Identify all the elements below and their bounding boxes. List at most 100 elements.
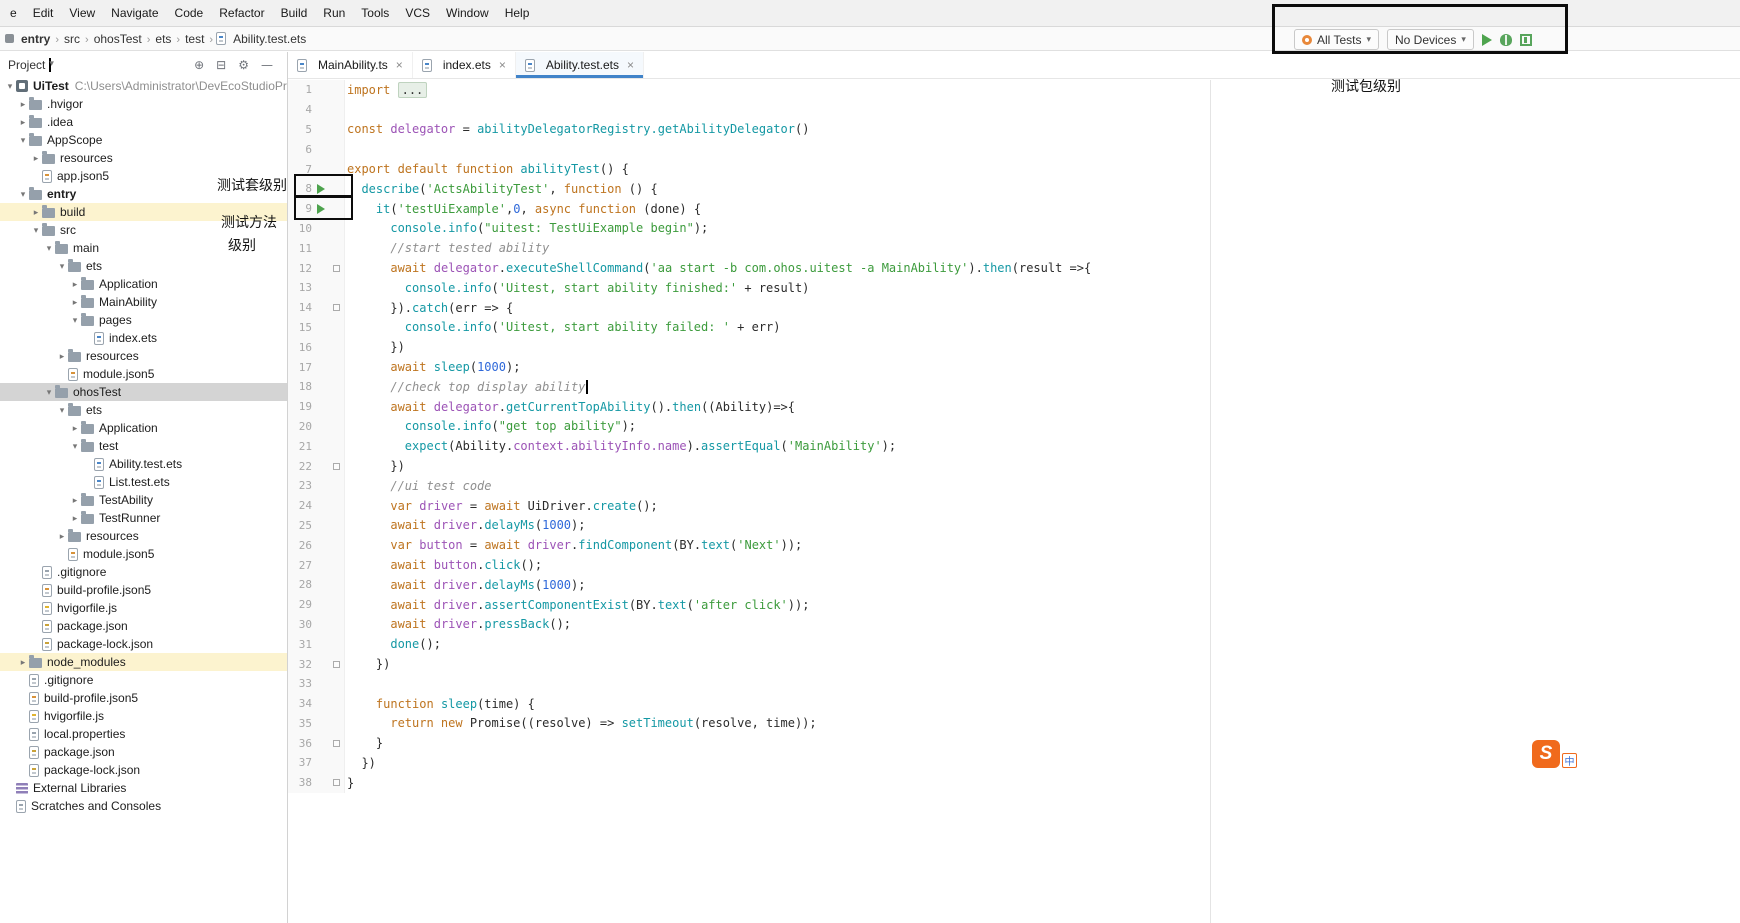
menu-item-run[interactable]: Run (315, 6, 353, 20)
code-line-32[interactable]: 32 }) (288, 654, 1740, 674)
tree-item-build-profile-json5[interactable]: build-profile.json5 (0, 581, 287, 599)
code-line-31[interactable]: 31 done(); (288, 634, 1740, 655)
tree-chevron-icon[interactable]: ▸ (69, 423, 81, 434)
tree-item-mainability[interactable]: ▸ MainAbility (0, 293, 287, 311)
tree-chevron-icon[interactable]: ▾ (69, 315, 81, 326)
profile-button[interactable] (1519, 33, 1532, 46)
collapse-all-icon[interactable]: ⊟ (210, 58, 232, 72)
code-line-21[interactable]: 21 expect(Ability.context.abilityInfo.na… (288, 436, 1740, 457)
code-line-24[interactable]: 24 var driver = await UiDriver.create(); (288, 495, 1740, 516)
tab-close-icon[interactable]: × (499, 58, 506, 72)
menu-item-code[interactable]: Code (167, 6, 212, 20)
tree-chevron-icon[interactable]: ▾ (43, 243, 55, 254)
code-line-12[interactable]: 12 await delegator.executeShellCommand('… (288, 258, 1740, 278)
code-line-11[interactable]: 11 //start tested ability (288, 238, 1740, 259)
tree-item-local-properties[interactable]: local.properties (0, 725, 287, 743)
tree-item-test[interactable]: ▾ test (0, 437, 287, 455)
tree-item-gitignore[interactable]: .gitignore (0, 671, 287, 689)
code-line-26[interactable]: 26 var button = await driver.findCompone… (288, 535, 1740, 556)
sogou-input-icon[interactable]: S 中 (1532, 740, 1577, 768)
tree-item-application[interactable]: ▸ Application (0, 275, 287, 293)
code-line-27[interactable]: 27 await button.click(); (288, 555, 1740, 575)
fold-marker-icon[interactable] (330, 304, 343, 312)
tree-item-package-lock-json[interactable]: package-lock.json (0, 635, 287, 653)
code-line-10[interactable]: 10 console.info("uitest: TestUiExample b… (288, 218, 1740, 239)
tree-chevron-icon[interactable]: ▾ (17, 189, 29, 200)
menu-item-build[interactable]: Build (273, 6, 316, 20)
tree-item-package-lock-json[interactable]: package-lock.json (0, 761, 287, 779)
tree-item-module-json5[interactable]: module.json5 (0, 545, 287, 563)
tree-chevron-icon[interactable]: ▾ (69, 441, 81, 452)
run-test-icon[interactable] (312, 203, 330, 214)
breadcrumb-item-test[interactable]: test (183, 32, 206, 46)
code-line-37[interactable]: 37 }) (288, 753, 1740, 773)
run-config-combo[interactable]: All Tests ▾ (1294, 29, 1379, 50)
code-line-25[interactable]: 25 await driver.delayMs(1000); (288, 515, 1740, 536)
breadcrumb-item-ability-test-ets[interactable]: Ability.test.ets (231, 32, 308, 46)
debug-button[interactable] (1499, 33, 1512, 46)
fold-marker-icon[interactable] (330, 462, 343, 470)
menu-item-e[interactable]: e (2, 6, 25, 20)
tab-mainability-ts[interactable]: MainAbility.ts × (288, 52, 413, 78)
code-line-13[interactable]: 13 console.info('Uitest, start ability f… (288, 277, 1740, 298)
tree-chevron-icon[interactable]: ▸ (30, 153, 42, 164)
fold-square-icon[interactable] (333, 462, 340, 470)
chevron-down-icon[interactable]: ▾ (49, 57, 54, 72)
code-line-6[interactable]: 6 (288, 139, 1740, 160)
tree-chevron-icon[interactable]: ▾ (17, 135, 29, 146)
code-line-19[interactable]: 19 await delegator.getCurrentTopAbility(… (288, 396, 1740, 417)
fold-square-icon[interactable] (333, 264, 340, 272)
tree-chevron-icon[interactable]: ▸ (17, 117, 29, 128)
fold-marker-icon[interactable] (330, 779, 343, 787)
tree-chevron-icon[interactable]: ▾ (56, 405, 68, 416)
tree-item-ability-test-ets[interactable]: Ability.test.ets (0, 455, 287, 473)
tree-item-resources[interactable]: ▸ resources (0, 347, 287, 365)
run-button[interactable] (1481, 33, 1492, 46)
breadcrumb-item-src[interactable]: src (62, 32, 82, 46)
tree-item-hvigorfile-js[interactable]: hvigorfile.js (0, 707, 287, 725)
tab-close-icon[interactable]: × (396, 58, 403, 72)
code-line-17[interactable]: 17 await sleep(1000); (288, 357, 1740, 377)
fold-square-icon[interactable] (333, 739, 340, 747)
tree-chevron-icon[interactable]: ▾ (30, 225, 42, 236)
tree-item-hvigorfile-js[interactable]: hvigorfile.js (0, 599, 287, 617)
tree-chevron-icon[interactable]: ▾ (56, 261, 68, 272)
code-line-9[interactable]: 9 it('testUiExample',0, async function (… (288, 198, 1740, 219)
fold-marker-icon[interactable] (330, 264, 343, 272)
run-test-icon[interactable] (312, 183, 330, 194)
tree-item-application[interactable]: ▸ Application (0, 419, 287, 437)
tree-item-resources[interactable]: ▸ resources (0, 527, 287, 545)
fold-square-icon[interactable] (333, 304, 340, 312)
code-line-22[interactable]: 22 }) (288, 456, 1740, 476)
tree-item-hvigor[interactable]: ▸ .hvigor (0, 95, 287, 113)
menu-item-window[interactable]: Window (438, 6, 497, 20)
menu-item-refactor[interactable]: Refactor (211, 6, 272, 20)
fold-marker-icon[interactable] (330, 660, 343, 668)
code-line-34[interactable]: 34 function sleep(time) { (288, 693, 1740, 714)
code-line-4[interactable]: 4 (288, 99, 1740, 120)
code-editor[interactable]: 1 import ... 4 5 const delegator = abilityDe… (288, 80, 1740, 923)
code-line-1[interactable]: 1 import ... (288, 80, 1740, 100)
tab-close-icon[interactable]: × (627, 58, 634, 72)
tree-chevron-icon[interactable]: ▸ (30, 207, 42, 218)
tree-item-scratches-and-consoles[interactable]: Scratches and Consoles (0, 797, 287, 815)
tree-item-node-modules[interactable]: ▸ node_modules (0, 653, 287, 671)
code-line-28[interactable]: 28 await driver.delayMs(1000); (288, 574, 1740, 595)
tree-chevron-icon[interactable]: ▸ (56, 351, 68, 362)
tree-chevron-icon[interactable]: ▸ (69, 495, 81, 506)
tree-item-testrunner[interactable]: ▸ TestRunner (0, 509, 287, 527)
tree-item-uitest[interactable]: ▾ UiTest C:\Users\Administrator\DevEcoStud… (0, 77, 287, 95)
code-line-30[interactable]: 30 await driver.pressBack(); (288, 614, 1740, 635)
tree-item-package-json[interactable]: package.json (0, 743, 287, 761)
menu-item-navigate[interactable]: Navigate (103, 6, 166, 20)
tab-index-ets[interactable]: index.ets × (413, 52, 516, 78)
tree-chevron-icon[interactable]: ▸ (17, 99, 29, 110)
tree-item-package-json[interactable]: package.json (0, 617, 287, 635)
tree-chevron-icon[interactable]: ▸ (56, 531, 68, 542)
code-line-8[interactable]: 8 describe('ActsAbilityTest', function (… (288, 178, 1740, 199)
menu-item-tools[interactable]: Tools (353, 6, 397, 20)
code-line-15[interactable]: 15 console.info('Uitest, start ability f… (288, 317, 1740, 338)
tree-item-resources[interactable]: ▸ resources (0, 149, 287, 167)
run-play-icon[interactable] (317, 203, 325, 214)
fold-square-icon[interactable] (333, 779, 340, 787)
